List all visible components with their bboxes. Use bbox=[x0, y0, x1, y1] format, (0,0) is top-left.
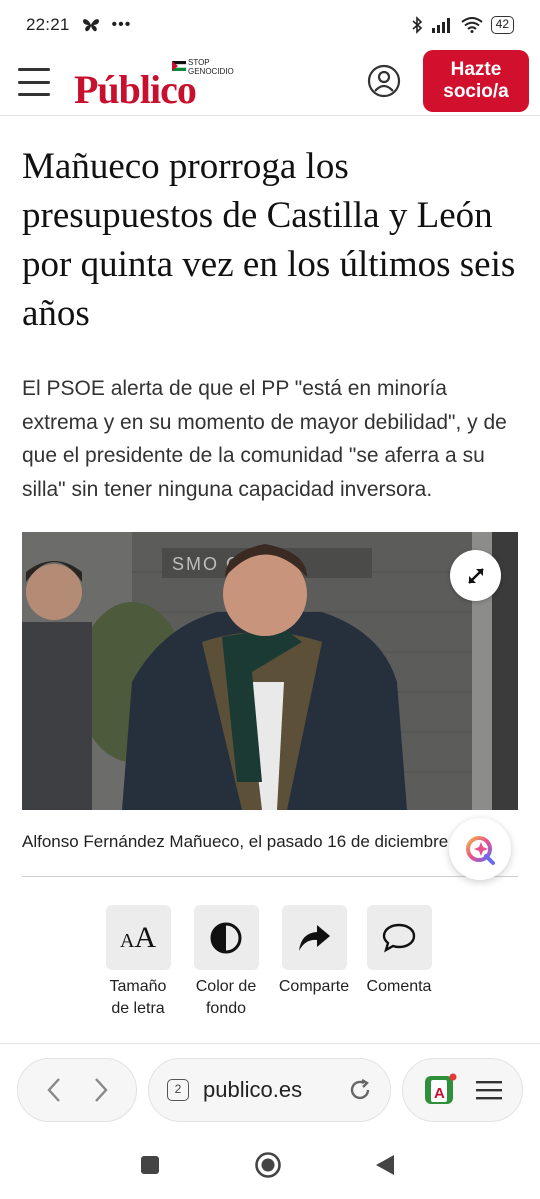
ai-assistant-button[interactable] bbox=[449, 818, 511, 880]
subscribe-button[interactable]: Hazte socio/a bbox=[423, 50, 529, 112]
site-header: Público STOP GENOCIDIO Hazte socio/a bbox=[0, 50, 540, 116]
contrast-icon bbox=[210, 922, 242, 953]
butterfly-icon bbox=[82, 19, 99, 32]
status-time: 22:21 bbox=[26, 15, 70, 34]
brand-name: Público bbox=[74, 67, 197, 112]
signal-icon bbox=[431, 18, 450, 33]
reload-icon[interactable] bbox=[348, 1078, 372, 1102]
solitaire-app-icon[interactable]: A bbox=[423, 1073, 457, 1107]
nav-buttons-pill bbox=[17, 1058, 137, 1122]
browser-menu-icon[interactable] bbox=[476, 1079, 503, 1101]
publico-logo[interactable]: Público STOP GENOCIDIO bbox=[74, 58, 239, 110]
address-bar[interactable]: 2 publico.es bbox=[148, 1058, 391, 1122]
url-text[interactable]: publico.es bbox=[203, 1077, 334, 1103]
recents-button[interactable] bbox=[140, 1155, 160, 1180]
expand-arrows-icon bbox=[467, 567, 484, 584]
bluetooth-icon bbox=[412, 16, 422, 34]
caption-divider bbox=[22, 876, 518, 877]
back-button[interactable] bbox=[374, 1153, 396, 1182]
menu-hamburger-icon[interactable] bbox=[18, 68, 50, 96]
home-button[interactable] bbox=[254, 1151, 282, 1184]
background-color-action[interactable]: Color de fondo bbox=[182, 905, 270, 1020]
system-navigation-bar bbox=[0, 1136, 540, 1199]
share-arrow-icon bbox=[299, 924, 330, 951]
ai-sparkle-icon bbox=[466, 836, 495, 865]
comment-action[interactable]: Comenta bbox=[355, 905, 443, 998]
forward-chevron-icon[interactable] bbox=[93, 1077, 109, 1103]
svg-text:A: A bbox=[434, 1085, 445, 1102]
text-size-icon: AA bbox=[119, 920, 157, 954]
triangle-back-icon bbox=[376, 1155, 394, 1175]
back-chevron-icon[interactable] bbox=[46, 1077, 62, 1103]
palestine-flag-icon bbox=[172, 61, 186, 71]
wifi-icon bbox=[461, 17, 483, 33]
tab-count-badge[interactable]: 2 bbox=[167, 1079, 189, 1101]
photo-caption: Alfonso Fernández Mañueco, el pasado 16 … bbox=[22, 832, 449, 851]
font-size-action[interactable]: AA Tamaño de letra bbox=[94, 905, 182, 1020]
comment-bubble-icon bbox=[382, 923, 416, 953]
circle-home-icon bbox=[255, 1152, 281, 1178]
menu-pill: A bbox=[402, 1058, 523, 1122]
browser-toolbar: 2 publico.es A bbox=[0, 1044, 540, 1136]
more-notifications-icon: ••• bbox=[111, 16, 132, 33]
square-recents-icon bbox=[141, 1156, 159, 1174]
article-headline: Mañueco prorroga los presupuestos de Cas… bbox=[22, 146, 516, 334]
status-bar: 22:21 ••• 42 bbox=[0, 0, 540, 50]
expand-photo-button[interactable] bbox=[450, 550, 501, 601]
user-account-icon[interactable] bbox=[367, 64, 401, 98]
article-photo[interactable]: SMO OOM bbox=[22, 532, 518, 810]
article-subtitle: El PSOE alerta de que el PP "está en min… bbox=[22, 377, 507, 501]
battery-indicator: 42 bbox=[490, 16, 514, 34]
share-action[interactable]: Comparte bbox=[270, 905, 358, 998]
stop-genocidio-badge: STOP GENOCIDIO bbox=[188, 58, 234, 76]
